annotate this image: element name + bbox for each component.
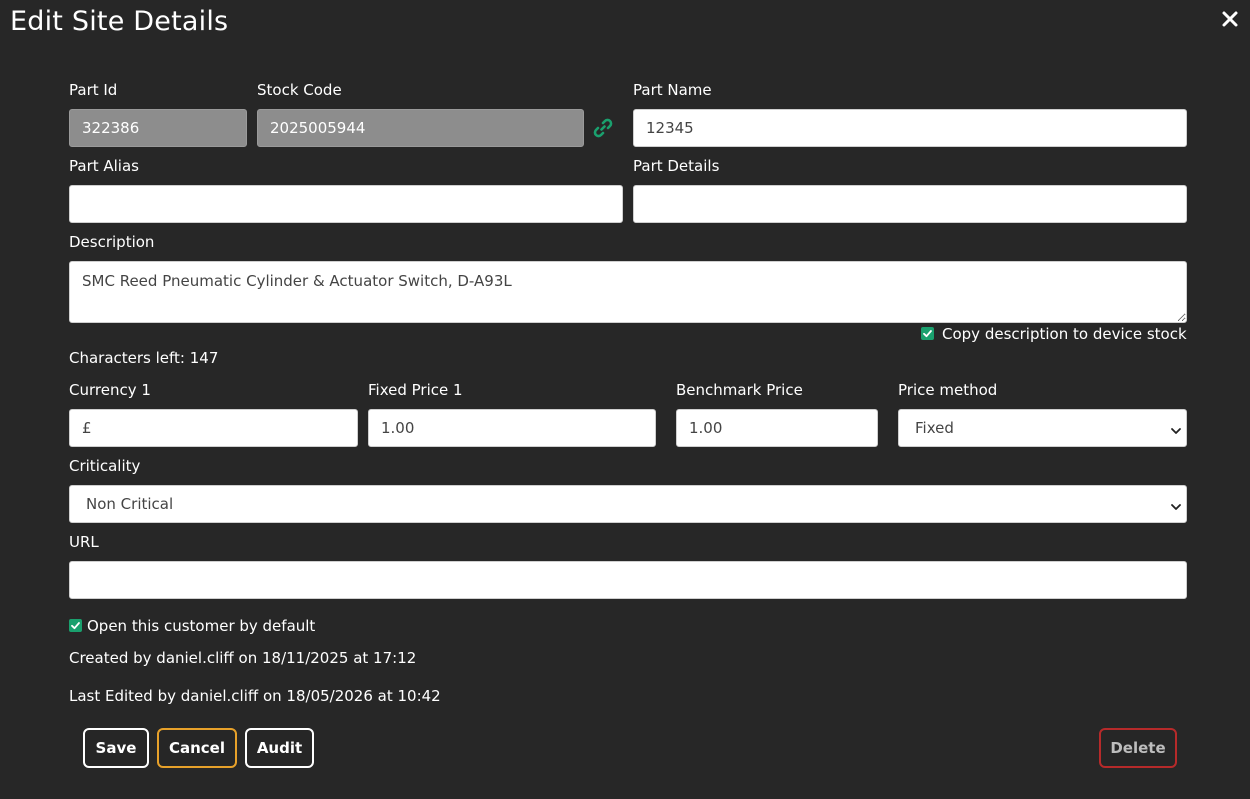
part-alias-input[interactable] xyxy=(69,185,623,223)
part-alias-label: Part Alias xyxy=(69,157,139,175)
characters-left: Characters left: 147 xyxy=(69,349,219,367)
part-id-label: Part Id xyxy=(69,81,118,99)
open-default-checkbox[interactable] xyxy=(69,619,82,632)
open-default-label: Open this customer by default xyxy=(87,617,316,635)
criticality-label: Criticality xyxy=(69,457,141,475)
save-button[interactable]: Save xyxy=(83,728,149,768)
price-method-label: Price method xyxy=(898,381,998,399)
currency1-input[interactable] xyxy=(69,409,358,447)
fixed-price1-label: Fixed Price 1 xyxy=(368,381,463,399)
edited-info: Last Edited by daniel.cliff on 18/05/202… xyxy=(69,687,441,705)
stock-code-label: Stock Code xyxy=(257,81,342,99)
dialog-title: Edit Site Details xyxy=(10,6,229,37)
check-icon xyxy=(71,622,80,630)
part-details-input[interactable] xyxy=(633,185,1187,223)
part-name-input[interactable] xyxy=(633,109,1187,147)
copy-description-label: Copy description to device stock xyxy=(942,325,1187,343)
benchmark-price-label: Benchmark Price xyxy=(676,381,803,399)
benchmark-price-input[interactable] xyxy=(676,409,878,447)
check-icon xyxy=(923,330,932,338)
description-label: Description xyxy=(69,233,155,251)
copy-description-checkbox[interactable] xyxy=(921,327,934,340)
currency1-label: Currency 1 xyxy=(69,381,151,399)
part-id-input[interactable] xyxy=(69,109,247,147)
created-info: Created by daniel.cliff on 18/11/2025 at… xyxy=(69,649,417,667)
description-textarea[interactable]: SMC Reed Pneumatic Cylinder & Actuator S… xyxy=(69,261,1187,323)
delete-button[interactable]: Delete xyxy=(1099,728,1177,768)
link-icon[interactable] xyxy=(593,118,613,138)
price-method-select[interactable]: Fixed xyxy=(898,409,1187,447)
fixed-price1-input[interactable] xyxy=(368,409,656,447)
part-name-label: Part Name xyxy=(633,81,712,99)
url-input[interactable] xyxy=(69,561,1187,599)
criticality-select[interactable]: Non Critical xyxy=(69,485,1187,523)
part-details-label: Part Details xyxy=(633,157,720,175)
stock-code-input[interactable] xyxy=(257,109,584,147)
url-label: URL xyxy=(69,533,99,551)
close-icon[interactable] xyxy=(1221,10,1239,28)
audit-button[interactable]: Audit xyxy=(245,728,314,768)
cancel-button[interactable]: Cancel xyxy=(157,728,237,768)
